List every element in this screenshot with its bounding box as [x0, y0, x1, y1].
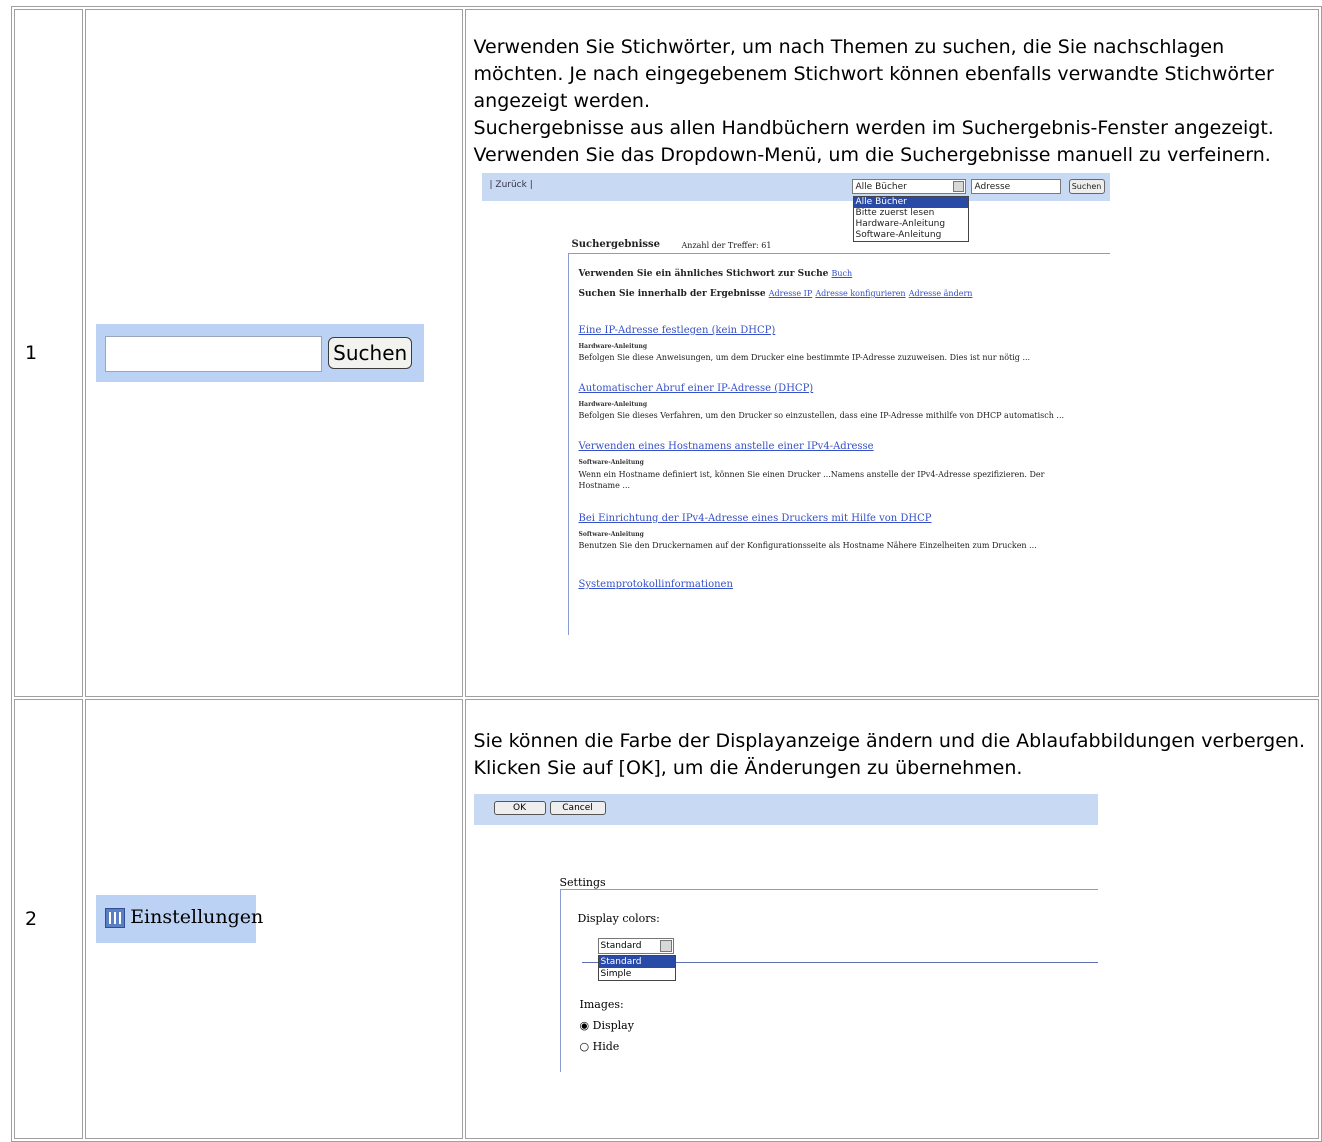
- refine-label: Suchen Sie innerhalb der Ergebnisse Adre…: [579, 289, 973, 299]
- display-colors-select: Standard: [597, 938, 674, 954]
- dropdown-option: Hardware-Anleitung: [855, 219, 946, 229]
- settings-control-sample[interactable]: Einstellungen: [96, 895, 263, 943]
- settings-screenshot: OK Cancel Settings Display colors: Stand…: [473, 794, 1098, 1072]
- result-title: Automatischer Abruf einer IP-Adresse (DH…: [578, 383, 814, 394]
- settings-title: Settings: [559, 876, 606, 889]
- dropdown-option: Software-Anleitung: [855, 230, 942, 240]
- select-value: Standard: [600, 941, 642, 951]
- colors-dropdown-list: Standard Simple: [597, 955, 676, 981]
- row-number-text: 2: [25, 908, 38, 930]
- chevron-down-icon: [952, 181, 964, 192]
- display-colors-label: Display colors:: [577, 912, 660, 925]
- back-link: | Zurück |: [489, 180, 533, 190]
- result-source: Hardware-Anleitung: [578, 343, 648, 350]
- result-source: Software-Anleitung: [578, 459, 644, 466]
- help-table: 1 Suchen Verwenden Sie Stichwörter, um n…: [11, 6, 1322, 1142]
- page: 1 Suchen Verwenden Sie Stichwörter, um n…: [0, 0, 1322, 1142]
- book-select-value: Alle Bücher: [855, 182, 907, 192]
- search-input[interactable]: [105, 336, 323, 372]
- row-number-text: 1: [25, 342, 38, 364]
- control-cell: Einstellungen: [85, 699, 463, 1139]
- book-dropdown-list: Alle Bücher Bitte zuerst lesen Hardware-…: [852, 196, 969, 242]
- description-paragraph: Klicken Sie auf [OK], um die Änderungen …: [473, 757, 1023, 779]
- row-number: 2: [14, 699, 84, 1139]
- result-snippet: Wenn ein Hostname definiert ist, können …: [578, 470, 1045, 490]
- result-title: Eine IP-Adresse festlegen (kein DHCP): [578, 325, 776, 336]
- dropdown-option: Standard: [598, 956, 675, 968]
- result-snippet: Benutzen Sie den Druckernamen auf der Ko…: [578, 541, 1037, 550]
- book-select: Alle Bücher: [851, 179, 966, 194]
- search-results-screenshot: | Zurück | Alle Bücher Adresse Suchen Al…: [481, 173, 1110, 635]
- ok-button: OK: [493, 801, 546, 815]
- similar-label-text: Verwenden Sie ein ähnliches Stichwort zu…: [578, 269, 829, 279]
- dropdown-option: Simple: [600, 969, 632, 979]
- description-cell: Verwenden Sie Stichwörter, um nach Theme…: [464, 9, 1319, 697]
- result-source: Software-Anleitung: [578, 531, 644, 538]
- similar-label: Verwenden Sie ein ähnliches Stichwort zu…: [579, 269, 853, 279]
- chevron-down-icon: [659, 940, 672, 952]
- radio-display: ◉ Display: [580, 1019, 634, 1032]
- result-snippet: Befolgen Sie diese Anweisungen, um dem D…: [578, 353, 1031, 362]
- radio-hide-label: Hide: [592, 1040, 620, 1053]
- result-source: Hardware-Anleitung: [578, 401, 648, 408]
- search-button[interactable]: Suchen: [328, 337, 413, 369]
- images-label: Images:: [579, 998, 624, 1011]
- description-paragraph: Verwenden Sie Stichwörter, um nach Theme…: [473, 36, 1274, 112]
- refine-label-text: Suchen Sie innerhalb der Ergebnisse: [578, 289, 766, 299]
- description-paragraph: Suchergebnisse aus allen Handbüchern wer…: [473, 117, 1274, 166]
- search-control-sample: Suchen: [96, 324, 425, 382]
- hits-count: Anzahl der Treffer: 61: [681, 241, 772, 250]
- radio-display-label: Display: [592, 1019, 634, 1032]
- screenshot-search-button: Suchen: [1068, 179, 1105, 194]
- radio-hide: ○ Hide: [580, 1040, 620, 1053]
- table-row: 1 Suchen Verwenden Sie Stichwörter, um n…: [14, 9, 1319, 697]
- result-snippet: Befolgen Sie dieses Verfahren, um den Dr…: [578, 411, 1065, 420]
- refine-link: Adresse IP: [768, 289, 813, 298]
- description-paragraph: Sie können die Farbe der Displayanzeige …: [473, 730, 1305, 752]
- radio-selected-icon: ◉: [579, 1019, 593, 1032]
- result-title: Verwenden eines Hostnamens anstelle eine…: [578, 441, 874, 452]
- table-row: 2 Einstellungen Sie können die Farbe der…: [14, 699, 1319, 1139]
- keyword-field: Adresse: [970, 179, 1061, 194]
- dropdown-option: Bitte zuerst lesen: [855, 208, 935, 218]
- row-number: 1: [14, 9, 84, 697]
- description-cell: Sie können die Farbe der Displayanzeige …: [464, 699, 1319, 1139]
- refine-link: Adresse konfigurieren: [815, 289, 906, 298]
- radio-empty-icon: ○: [579, 1040, 593, 1053]
- cancel-button: Cancel: [549, 801, 606, 815]
- result-title: Bei Einrichtung der IPv4-Adresse eines D…: [578, 513, 932, 524]
- results-title: Suchergebnisse: [571, 239, 661, 250]
- dropdown-option: Alle Bücher: [853, 197, 968, 208]
- settings-sliders-icon: [105, 908, 126, 928]
- refine-link: Adresse ändern: [908, 289, 973, 298]
- similar-link: Buch: [831, 269, 853, 278]
- settings-label: Einstellungen: [130, 906, 264, 928]
- result-title: Systemprotokollinformationen: [578, 579, 733, 590]
- control-cell: Suchen: [85, 9, 463, 697]
